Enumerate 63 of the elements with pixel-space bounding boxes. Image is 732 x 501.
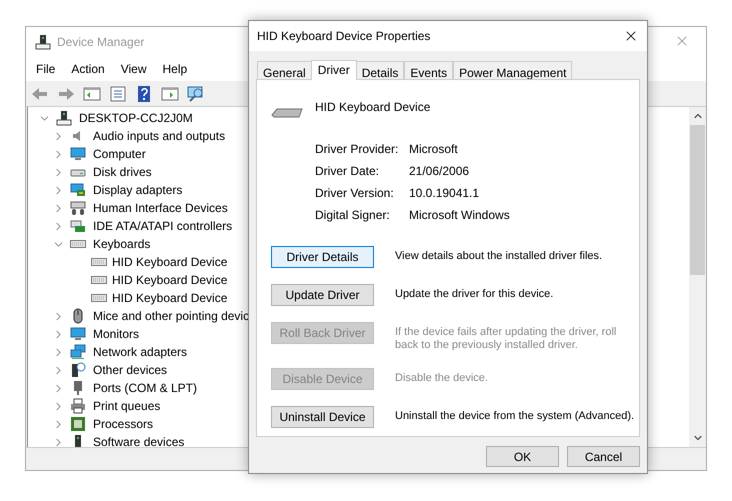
monitor-icon — [70, 146, 86, 162]
action-description: Disable the device. — [395, 371, 489, 385]
dialog-title: HID Keyboard Device Properties — [257, 28, 430, 45]
window-title: Device Manager — [57, 34, 144, 51]
monitor-icon — [70, 326, 86, 342]
tab[interactable]: Driver — [310, 60, 357, 80]
tree-item[interactable]: HID Keyboard Device — [112, 253, 228, 271]
menu-item[interactable]: Action — [63, 60, 113, 78]
tree-item[interactable]: DESKTOP-CCJ2J0M — [79, 109, 193, 127]
tree-item[interactable]: Print queues — [93, 397, 160, 415]
menu-item[interactable]: File — [28, 60, 64, 78]
tab[interactable]: Events — [404, 61, 454, 79]
computer-icon — [35, 34, 51, 50]
tree-item[interactable]: Disk drives — [93, 163, 152, 181]
tree-item[interactable]: Computer — [93, 145, 146, 163]
tree-item[interactable]: Other devices — [93, 361, 168, 379]
tree-item[interactable]: HID Keyboard Device — [112, 271, 228, 289]
property-value: Microsoft Windows — [409, 208, 511, 222]
dialog-button[interactable]: OK — [486, 446, 559, 467]
action-description: Uninstall the device from the system (Advanced). — [395, 409, 635, 423]
action-description: If the device fails after updating the driver, roll back to the previously installed driver. — [395, 325, 618, 352]
action-description: Update the driver for this device. — [395, 287, 554, 301]
tree-item[interactable]: Audio inputs and outputs — [93, 127, 226, 145]
property-value: 10.0.19041.1 — [409, 186, 480, 200]
tree-item[interactable]: Network adapters — [93, 343, 188, 361]
processor-icon — [70, 416, 86, 432]
action-description: View details about the installed driver files. — [395, 249, 604, 263]
tree-item[interactable]: Ports (COM & LPT) — [93, 379, 198, 397]
tree-item[interactable]: Mice and other pointing devic — [93, 307, 250, 325]
scrollbar-thumb[interactable] — [690, 125, 705, 275]
computer-icon — [56, 110, 72, 126]
dialog-button[interactable]: Cancel — [567, 446, 640, 467]
property-label: Driver Version: — [315, 186, 395, 200]
properties-icon[interactable] — [108, 84, 128, 104]
hid-device-icon — [70, 200, 86, 216]
tree-item[interactable]: Display adapters — [93, 181, 182, 199]
tab[interactable]: General — [257, 61, 312, 79]
property-label: Driver Date: — [315, 164, 380, 178]
printer-icon — [70, 398, 86, 414]
scrollbar[interactable] — [689, 107, 706, 447]
tree-item[interactable]: Monitors — [93, 325, 140, 343]
tree-item[interactable]: Keyboards — [93, 235, 150, 253]
unknown-device-icon — [70, 362, 86, 378]
action-button[interactable]: Driver Details — [271, 246, 374, 268]
property-label: Digital Signer: — [315, 208, 391, 222]
display-adapter-icon — [70, 182, 86, 198]
action-button[interactable]: Uninstall Device — [271, 406, 374, 428]
device-name: HID Keyboard Device — [315, 99, 430, 116]
menu-item[interactable]: View — [112, 60, 154, 78]
menu-item[interactable]: Help — [154, 60, 196, 78]
tab[interactable]: Power Management — [453, 61, 572, 79]
controller-icon — [70, 218, 86, 234]
property-label: Driver Provider: — [315, 142, 400, 156]
tab[interactable]: Details — [356, 61, 404, 79]
tree-item[interactable]: HID Keyboard Device — [112, 289, 228, 307]
action-button[interactable]: Update Driver — [271, 284, 374, 306]
tree-item[interactable]: Human Interface Devices — [93, 199, 228, 217]
tree-item[interactable]: Processors — [93, 415, 154, 433]
tree-item[interactable]: Software devices — [93, 433, 184, 447]
property-value: Microsoft — [409, 142, 459, 156]
property-value: 21/06/2006 — [409, 164, 470, 178]
tree-item[interactable]: IDE ATA/ATAPI controllers — [93, 217, 232, 235]
network-icon — [70, 344, 86, 360]
